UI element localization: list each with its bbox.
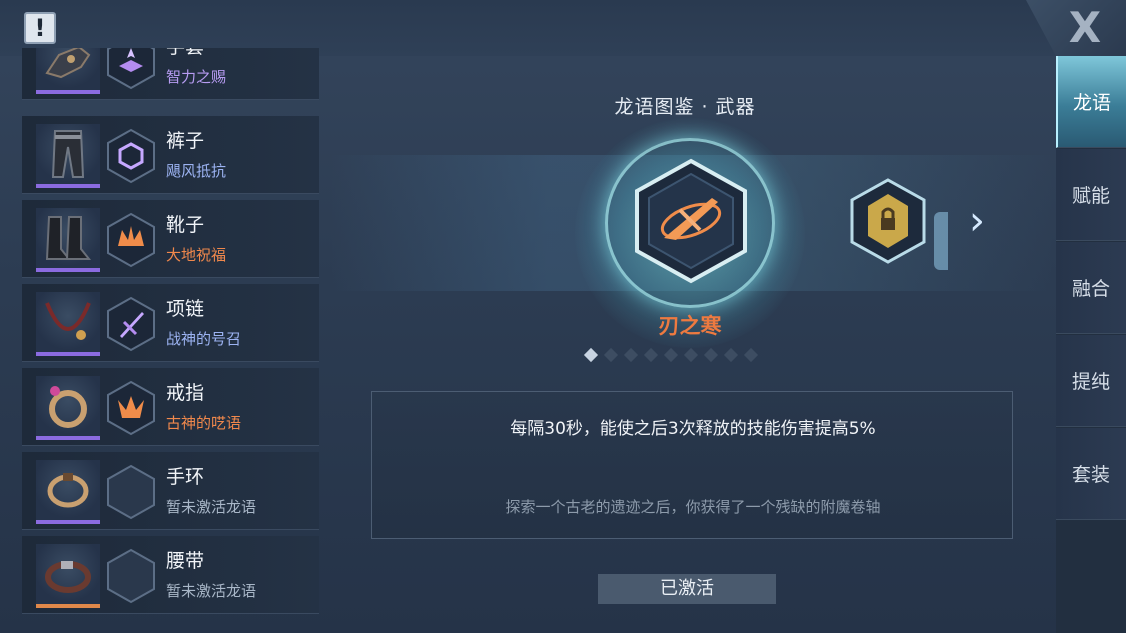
lore-text: 探索一个古老的遗迹之后，你获得了一个残缺的附魔卷轴 xyxy=(505,498,881,516)
tab-purify[interactable]: 提纯 xyxy=(1056,335,1126,427)
activated-button[interactable]: 已激活 xyxy=(598,574,776,604)
equip-rune-name: 飓风抵抗 xyxy=(166,162,227,180)
sword-rune-icon xyxy=(106,296,156,352)
empty-rune-slot xyxy=(106,548,156,604)
equip-name: 腰带 xyxy=(166,550,205,572)
alert-icon[interactable]: ! xyxy=(24,12,56,44)
description-panel: 每隔30秒，能使之后3次释放的技能伤害提高5% 探索一个古老的遗迹之后，你获得了… xyxy=(371,391,1013,539)
equip-name: 手环 xyxy=(166,466,205,488)
crown-rune-icon xyxy=(106,212,156,268)
equip-item-boots[interactable]: 靴子 大地祝福 xyxy=(22,200,319,278)
gauntlet-icon xyxy=(36,48,100,94)
page-dot[interactable] xyxy=(603,347,619,363)
equip-name: 手套 xyxy=(166,48,204,59)
next-rune-peek xyxy=(934,212,948,270)
equipment-list[interactable]: 手套 智力之赐 裤子 飓风抵抗 靴子 大地祝福 项链 战神的号召 xyxy=(22,48,319,633)
equip-rune-name: 暂未激活龙语 xyxy=(166,498,257,516)
page-indicator xyxy=(583,347,796,363)
book-rune-icon xyxy=(106,48,156,90)
chevron-right-icon[interactable]: › xyxy=(962,196,992,246)
page-dot[interactable] xyxy=(623,347,639,363)
page-dot[interactable] xyxy=(743,347,759,363)
empty-rune-slot xyxy=(106,464,156,520)
necklace-icon xyxy=(36,292,100,356)
page-dot[interactable] xyxy=(663,347,679,363)
equip-item-necklace[interactable]: 项链 战神的号召 xyxy=(22,284,319,362)
equip-item-ring[interactable]: 戒指 古神的呓语 xyxy=(22,368,319,446)
equip-name: 戒指 xyxy=(166,382,205,404)
equip-name: 靴子 xyxy=(166,214,205,236)
locked-rune-icon[interactable] xyxy=(850,178,926,264)
equip-item-bracelet[interactable]: 手环 暂未激活龙语 xyxy=(22,452,319,530)
belt-icon xyxy=(36,544,100,608)
equip-rune-name: 战神的号召 xyxy=(166,330,242,348)
page-dot[interactable] xyxy=(703,347,719,363)
page-dot[interactable] xyxy=(683,347,699,363)
equip-rune-name: 暂未激活龙语 xyxy=(166,582,257,600)
page-dot[interactable] xyxy=(583,347,599,363)
cube-rune-icon xyxy=(106,128,156,184)
equip-name: 项链 xyxy=(166,298,205,320)
equip-item-gloves[interactable]: 手套 智力之赐 xyxy=(22,48,319,100)
blade-rune-icon[interactable] xyxy=(634,158,748,284)
ring-icon xyxy=(36,376,100,440)
equip-rune-name: 智力之赐 xyxy=(166,68,227,86)
tab-dragon-speech[interactable]: 龙语 xyxy=(1056,56,1126,148)
tab-fusion[interactable]: 融合 xyxy=(1056,242,1126,334)
equip-rune-name: 古神的呓语 xyxy=(166,414,242,432)
equip-rune-name: 大地祝福 xyxy=(166,246,227,264)
bracelet-icon xyxy=(36,460,100,524)
pants-icon xyxy=(36,124,100,188)
codex-title: 龙语图鉴 · 武器 xyxy=(614,96,756,118)
effect-description: 每隔30秒，能使之后3次释放的技能伤害提高5% xyxy=(510,419,876,439)
tab-empower[interactable]: 赋能 xyxy=(1056,149,1126,241)
equip-name: 裤子 xyxy=(166,130,205,152)
side-tabs: 龙语 赋能 融合 提纯 套装 xyxy=(1056,56,1126,633)
boots-icon xyxy=(36,208,100,272)
weapon-rune-name: 刃之寒 xyxy=(658,314,722,338)
equip-item-pants[interactable]: 裤子 飓风抵抗 xyxy=(22,116,319,194)
equip-item-belt[interactable]: 腰带 暂未激活龙语 xyxy=(22,536,319,614)
page-dot[interactable] xyxy=(643,347,659,363)
page-dot[interactable] xyxy=(723,347,739,363)
close-icon[interactable]: X xyxy=(1062,6,1108,50)
claw-rune-icon xyxy=(106,380,156,436)
tab-set[interactable]: 套装 xyxy=(1056,428,1126,520)
